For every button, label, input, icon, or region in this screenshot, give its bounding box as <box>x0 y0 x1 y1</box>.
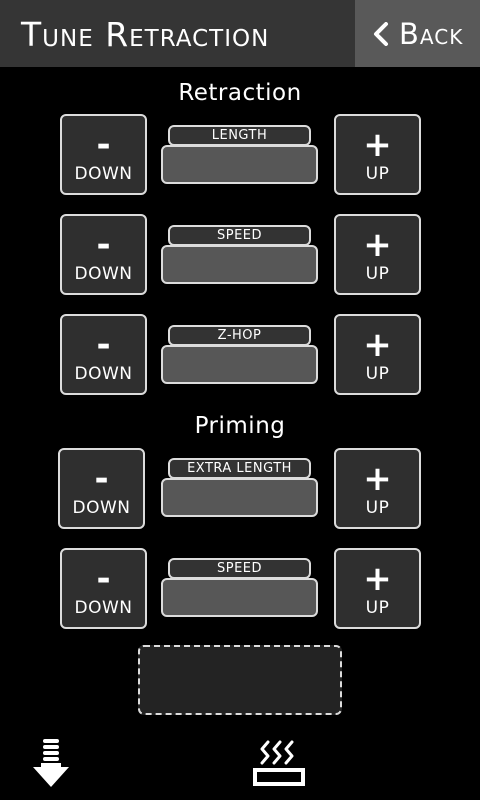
minus-icon: - <box>96 125 111 165</box>
zhop-value-field[interactable] <box>161 345 318 384</box>
zhop-down-button[interactable]: - DOWN <box>60 314 147 395</box>
extruder-down-icon <box>33 739 69 787</box>
minus-icon: - <box>94 459 109 499</box>
up-label: UP <box>365 498 390 518</box>
down-label: DOWN <box>74 164 133 184</box>
length-field-label: LENGTH <box>168 125 311 146</box>
retraction-speed-down-button[interactable]: - DOWN <box>60 214 147 295</box>
chevron-left-icon <box>374 22 388 46</box>
up-label: UP <box>365 164 390 184</box>
retraction-speed-up-button[interactable]: + UP <box>334 214 421 295</box>
length-down-button[interactable]: - DOWN <box>60 114 147 195</box>
down-label: DOWN <box>74 364 133 384</box>
extra-length-up-button[interactable]: + UP <box>334 448 421 529</box>
priming-speed-field-label: SPEED <box>168 558 311 579</box>
retraction-speed-value-field[interactable] <box>161 245 318 284</box>
plus-icon: + <box>363 125 392 165</box>
back-button-label: Back <box>399 17 464 51</box>
heated-bed-button[interactable] <box>252 738 306 788</box>
length-up-button[interactable]: + UP <box>334 114 421 195</box>
minus-icon: - <box>96 225 111 265</box>
priming-speed-value-field[interactable] <box>161 578 318 617</box>
section-title-priming: Priming <box>194 413 286 439</box>
down-label: DOWN <box>74 264 133 284</box>
down-label: DOWN <box>74 598 133 618</box>
plus-icon: + <box>363 325 392 365</box>
down-label: DOWN <box>72 498 131 518</box>
header-bar: Tune Retraction Back <box>0 0 480 67</box>
status-message-box <box>138 645 342 715</box>
extra-length-down-button[interactable]: - DOWN <box>58 448 145 529</box>
retraction-speed-field-label: SPEED <box>168 225 311 246</box>
page-title: Tune Retraction <box>21 15 270 54</box>
heated-bed-icon <box>253 740 305 786</box>
back-button[interactable]: Back <box>355 0 480 67</box>
minus-icon: - <box>96 325 111 365</box>
extruder-down-button[interactable] <box>32 738 70 790</box>
length-value-field[interactable] <box>161 145 318 184</box>
plus-icon: + <box>363 559 392 599</box>
plus-icon: + <box>363 459 392 499</box>
zhop-up-button[interactable]: + UP <box>334 314 421 395</box>
up-label: UP <box>365 598 390 618</box>
up-label: UP <box>365 364 390 384</box>
minus-icon: - <box>96 559 111 599</box>
zhop-field-label: Z-HOP <box>168 325 311 346</box>
priming-speed-up-button[interactable]: + UP <box>334 548 421 629</box>
priming-speed-down-button[interactable]: - DOWN <box>60 548 147 629</box>
section-title-retraction: Retraction <box>178 80 302 106</box>
up-label: UP <box>365 264 390 284</box>
plus-icon: + <box>363 225 392 265</box>
extra-length-field-label: EXTRA LENGTH <box>168 458 311 479</box>
extra-length-value-field[interactable] <box>161 478 318 517</box>
